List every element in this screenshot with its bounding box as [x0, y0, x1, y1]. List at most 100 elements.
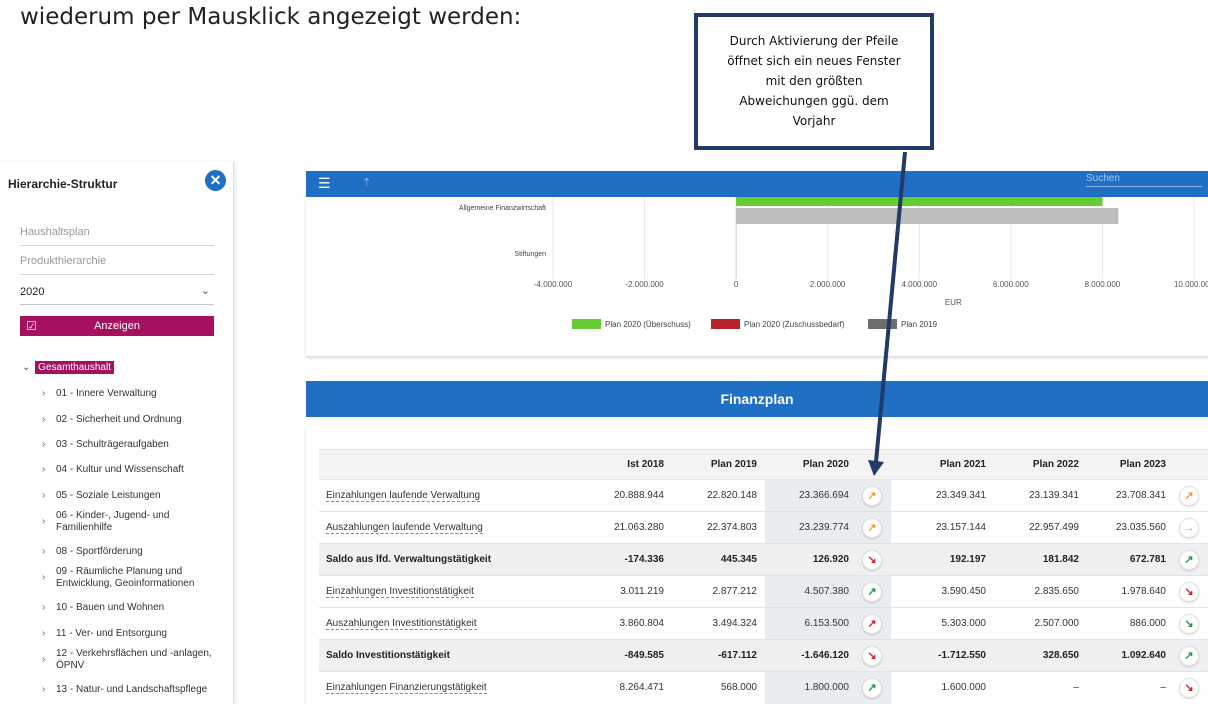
legend-swatch [711, 319, 740, 329]
table-cell: 192.197 [891, 543, 994, 576]
legend-entry: Plan 2019 [901, 320, 938, 329]
x-tick-label: 8.000.000 [1085, 280, 1121, 289]
table-cell: – [1087, 671, 1174, 704]
deviation-arrow-cell[interactable]: ↗ [1174, 639, 1208, 672]
deviation-arrow-cell[interactable]: ↘ [1174, 671, 1208, 704]
table-cell: – [994, 671, 1087, 704]
tree-item[interactable]: › 13 - Natur- und Landschaftspflege [42, 684, 222, 696]
row-label-text[interactable]: Auszahlungen Investitionstätigkeit [326, 618, 477, 630]
tree-item[interactable]: › 03 - Schulträgeraufgaben [42, 439, 222, 451]
haushaltsplan-field[interactable]: Haushaltsplan [20, 222, 214, 246]
row-label-text: Saldo Investitionstätigkeit [326, 650, 450, 661]
tree-item[interactable]: › 02 - Sicherheit und Ordnung [42, 414, 222, 426]
tree-item[interactable]: › 12 - Verkehrsflächen und -anlagen, ÖPNV [42, 648, 222, 672]
tree-item[interactable]: › 10 - Bauen und Wohnen [42, 602, 222, 614]
deviation-arrow-icon[interactable]: ↗ [862, 581, 882, 602]
row-label-text[interactable]: Auszahlungen laufende Verwaltung [326, 522, 483, 534]
x-tick-label: 4.000.000 [901, 280, 937, 289]
chevron-right-icon: › [42, 628, 46, 639]
row-label[interactable]: Einzahlungen Investitionstätigkeit [319, 575, 574, 608]
table-cell: 1.600.000 [891, 671, 994, 704]
hamburger-menu-icon[interactable]: ☰ [318, 175, 331, 192]
x-tick-label: 10.000.000 [1174, 280, 1208, 289]
table-cell: 23.157.144 [891, 511, 994, 544]
bar [736, 197, 1103, 206]
deviation-arrow-icon[interactable]: ↘ [1179, 581, 1199, 602]
table-row: Saldo aus lfd. Verwaltungstätigkeit -174.… [319, 543, 1208, 576]
row-label-text[interactable]: Einzahlungen laufende Verwaltung [326, 490, 481, 502]
chevron-right-icon: › [42, 464, 46, 475]
category-label: Stiftungen [514, 251, 546, 258]
row-label-text[interactable]: Einzahlungen Finanzierungstätigkeit [326, 682, 487, 695]
search-input[interactable]: Suchen [1086, 173, 1202, 187]
table-cell: 4.507.380 [765, 575, 857, 608]
table-cell: -1.646.120 [765, 639, 857, 672]
chevron-right-icon: › [42, 516, 46, 527]
upload-icon[interactable]: ⇡ [362, 176, 371, 189]
deviation-arrow-cell[interactable]: ↗ [857, 575, 891, 608]
deviation-arrow-icon[interactable]: ↗ [1179, 485, 1199, 506]
column-header [319, 449, 574, 480]
deviation-arrow-icon[interactable]: ↘ [862, 645, 882, 666]
row-label[interactable]: Einzahlungen Finanzierungstätigkeit [319, 671, 574, 704]
deviation-arrow-icon[interactable]: ↗ [862, 677, 882, 698]
category-label: Allgemeine Finanzwirtschaft [459, 205, 546, 212]
finanzplan-header: Finanzplan [306, 381, 1208, 417]
chevron-right-icon: › [42, 439, 46, 450]
deviation-arrow-icon[interactable]: ↗ [1179, 549, 1199, 570]
tree-item[interactable]: › 11 - Ver- und Entsorgung [42, 628, 222, 640]
tree-item[interactable]: › 06 - Kinder-, Jugend- und Familienhilfe [42, 510, 222, 534]
deviation-arrow-cell[interactable]: → [1174, 511, 1208, 544]
tree-item[interactable]: › 05 - Soziale Leistungen [42, 490, 222, 502]
column-header: Plan 2019 [672, 449, 765, 480]
row-label[interactable]: Auszahlungen Investitionstätigkeit [319, 607, 574, 640]
deviation-arrow-icon[interactable]: ↗ [1179, 645, 1199, 666]
tree-root-label: Gesamthaushalt [35, 361, 114, 374]
legend-entry: Plan 2020 (Überschuss) [605, 320, 691, 329]
deviation-arrow-cell[interactable]: ↗ [857, 671, 891, 704]
deviation-arrow-icon[interactable]: ↗ [862, 517, 882, 538]
year-select[interactable]: 2020 ⌄ [20, 281, 214, 305]
deviation-arrow-icon[interactable]: ↗ [862, 485, 882, 506]
deviation-arrow-icon[interactable]: ↘ [1179, 613, 1199, 634]
deviation-arrow-cell[interactable]: ↗ [1174, 479, 1208, 512]
row-label[interactable]: Einzahlungen laufende Verwaltung [319, 479, 574, 512]
table-cell: 568.000 [672, 671, 765, 704]
show-button[interactable]: ☑ Anzeigen [20, 316, 214, 336]
tree-item[interactable]: › 08 - Sportförderung [42, 546, 222, 558]
bar [736, 208, 1119, 224]
close-sidebar-button[interactable]: ✕ [205, 170, 226, 191]
tree-item[interactable]: › 04 - Kultur und Wissenschaft [42, 464, 222, 476]
column-header: Plan 2022 [994, 449, 1087, 480]
deviation-arrow-icon[interactable]: ↗ [862, 613, 882, 634]
deviation-arrow-icon[interactable]: ↘ [1179, 677, 1199, 698]
table-cell: 5.303.000 [891, 607, 994, 640]
deviation-arrow-cell[interactable]: ↗ [857, 479, 891, 512]
row-label[interactable]: Auszahlungen laufende Verwaltung [319, 511, 574, 544]
deviation-arrow-cell[interactable]: ↗ [1174, 543, 1208, 576]
legend-entry: Plan 2020 (Zuschussbedarf) [744, 320, 845, 329]
x-tick-label: -2.000.000 [625, 280, 664, 289]
deviation-arrow-cell[interactable]: ↘ [857, 543, 891, 576]
produkthierarchie-field[interactable]: Produkthierarchie [20, 251, 214, 275]
table-cell: 1.800.000 [765, 671, 857, 704]
legend-swatch [572, 319, 601, 329]
x-tick-label: 2.000.000 [810, 280, 846, 289]
chevron-right-icon: › [42, 546, 46, 557]
deviation-arrow-cell[interactable]: ↘ [1174, 575, 1208, 608]
deviation-arrow-cell[interactable]: ↗ [857, 607, 891, 640]
row-label-text[interactable]: Einzahlungen Investitionstätigkeit [326, 586, 474, 598]
tree-item[interactable]: › 09 - Räumliche Planung und Entwicklung,… [42, 566, 222, 590]
deviation-arrow-icon[interactable]: ↘ [862, 549, 882, 570]
tree-item[interactable]: › 01 - Innere Verwaltung [42, 388, 222, 400]
deviation-arrow-cell[interactable]: ↗ [857, 511, 891, 544]
column-header: Plan 2023 [1087, 449, 1174, 480]
deviation-arrow-icon[interactable]: → [1179, 517, 1199, 538]
table-row: Einzahlungen Investitionstätigkeit 3.011.… [319, 575, 1208, 608]
deviation-arrow-cell[interactable]: ↘ [857, 639, 891, 672]
tree-root-item[interactable]: ⌄ Gesamthaushalt [22, 361, 114, 374]
table-cell: 1.978.640 [1087, 575, 1174, 608]
table-cell: -174.336 [574, 543, 672, 576]
chevron-right-icon: › [42, 684, 46, 695]
deviation-arrow-cell[interactable]: ↘ [1174, 607, 1208, 640]
